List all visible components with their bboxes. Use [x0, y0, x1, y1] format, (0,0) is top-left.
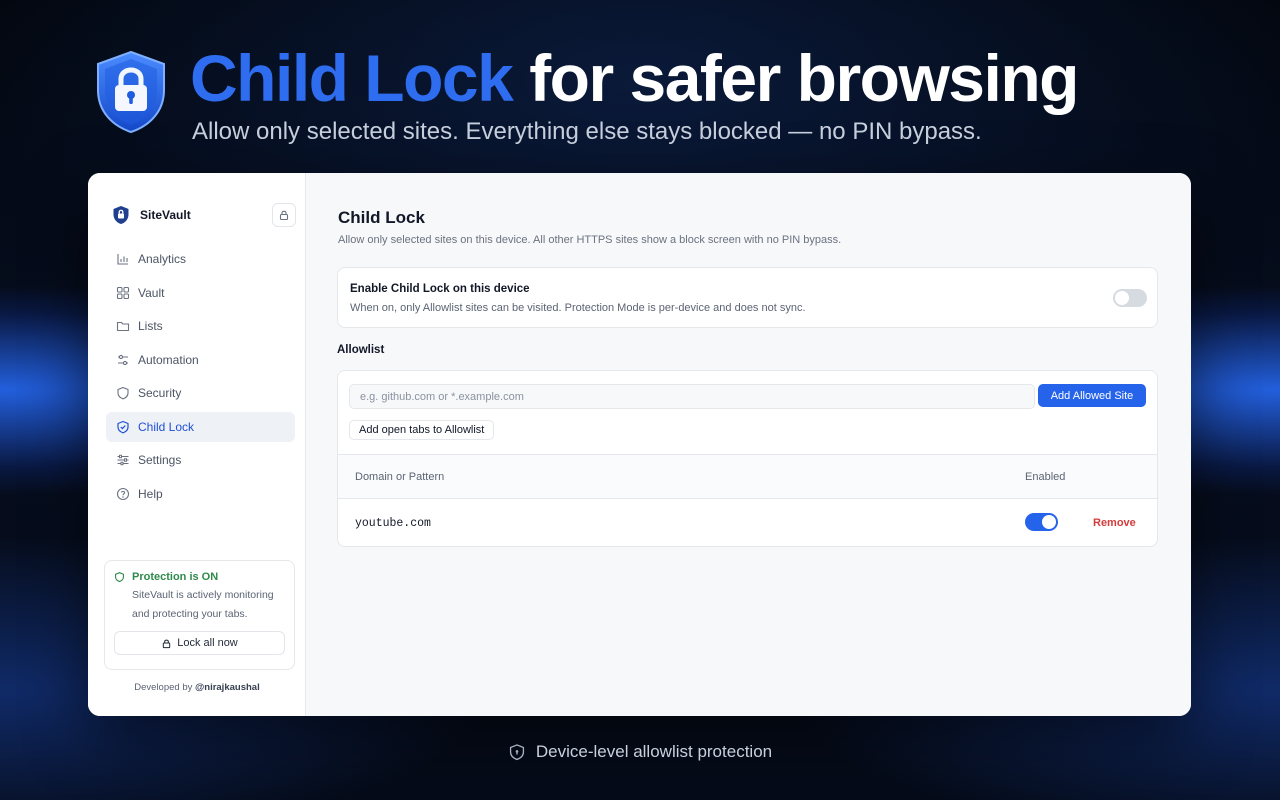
sidebar-item-label: Vault	[138, 285, 165, 300]
shield-icon	[509, 744, 524, 761]
enable-description: When on, only Allowlist sites can be vis…	[350, 302, 806, 314]
sidebar-nav: Analytics Vault Lists Automation Securit…	[106, 244, 295, 512]
sidebar-item-label: Settings	[138, 453, 182, 467]
sidebar-item-analytics[interactable]: Analytics	[106, 244, 295, 274]
lock-all-button[interactable]: Lock all now	[114, 631, 285, 655]
hero-title-rest: for safer browsing	[529, 41, 1079, 115]
protection-status-card: Protection is ON SiteVault is actively m…	[104, 560, 295, 670]
help-icon	[116, 487, 130, 500]
sidebar-item-label: Analytics	[138, 252, 187, 266]
lock-all-label: Lock all now	[177, 637, 238, 649]
page-title: Child Lock	[338, 208, 425, 227]
allowlist-card: Add Allowed Site Add open tabs to Allowl…	[337, 370, 1158, 547]
lock-button[interactable]	[272, 203, 296, 227]
sidebar-item-security[interactable]: Security	[106, 378, 295, 408]
shield-icon	[115, 572, 124, 583]
enable-title: Enable Child Lock on this device	[350, 283, 530, 295]
child-lock-toggle[interactable]	[1113, 289, 1147, 307]
allowlist-title: Allowlist	[337, 344, 385, 356]
main-content: Child Lock Allow only selected sites on …	[306, 173, 1191, 716]
column-domain: Domain or Pattern	[355, 471, 445, 483]
sitevault-logo-icon	[113, 206, 129, 224]
remove-button[interactable]: Remove	[1093, 517, 1136, 529]
hero-subtitle: Allow only selected sites. Everything el…	[192, 118, 982, 145]
settings-icon	[117, 454, 129, 466]
add-allowed-site-button[interactable]: Add Allowed Site	[1038, 384, 1146, 407]
status-text: SiteVault is actively monitoring and pro…	[132, 589, 274, 620]
enable-child-lock-card: Enable Child Lock on this device When on…	[337, 267, 1158, 328]
sidebar-item-automation[interactable]: Automation	[106, 345, 295, 375]
row-domain: youtube.com	[355, 517, 431, 530]
folder-icon	[116, 321, 130, 332]
sliders-icon	[118, 354, 128, 365]
shield-check-icon	[117, 420, 129, 433]
footer-tagline: Device-level allowlist protection	[0, 742, 1280, 762]
sidebar-item-lists[interactable]: Lists	[106, 311, 295, 341]
hero-title-accent: Child Lock	[190, 41, 514, 115]
column-enabled: Enabled	[1025, 471, 1066, 483]
sidebar-item-settings[interactable]: Settings	[106, 445, 295, 475]
sidebar-item-label: Automation	[138, 352, 199, 367]
shield-icon	[117, 386, 129, 400]
shield-lock-icon	[97, 50, 165, 134]
sidebar-item-vault[interactable]: Vault	[106, 278, 295, 308]
table-header: Domain or Pattern Enabled	[338, 454, 1157, 499]
toggle-knob	[1042, 515, 1056, 529]
credit-handle[interactable]: @nirajkaushal	[195, 682, 260, 693]
sidebar-item-help[interactable]: Help	[106, 479, 295, 509]
table-row: youtube.com Remove	[338, 500, 1157, 546]
app-window: SiteVault Analytics Vault Lists Automati…	[88, 173, 1191, 716]
brand-name: SiteVault	[140, 208, 191, 222]
brand: SiteVault	[112, 205, 191, 225]
row-enabled-toggle[interactable]	[1025, 513, 1058, 531]
lock-icon	[163, 639, 171, 648]
toggle-knob	[1115, 291, 1129, 305]
credit-prefix: Developed by	[134, 682, 195, 693]
page-description: Allow only selected sites on this device…	[338, 234, 842, 246]
grid-icon	[116, 286, 130, 299]
add-open-tabs-button[interactable]: Add open tabs to Allowlist	[349, 420, 495, 440]
status-header: Protection is ON	[114, 571, 285, 583]
allowed-site-input[interactable]	[349, 384, 1035, 409]
sidebar-item-label: Child Lock	[138, 419, 195, 434]
sidebar-item-label: Help	[138, 486, 163, 501]
lock-icon	[279, 210, 289, 221]
sidebar-item-label: Lists	[138, 319, 163, 333]
hero-title: Child Lock for safer browsing	[190, 40, 1079, 116]
bar-chart-icon	[117, 254, 128, 265]
developer-credit: Developed by @nirajkaushal	[88, 682, 306, 693]
sidebar-item-child-lock[interactable]: Child Lock	[106, 411, 295, 442]
sidebar: SiteVault Analytics Vault Lists Automati…	[88, 173, 306, 716]
footer-text: Device-level allowlist protection	[535, 742, 773, 761]
sidebar-item-label: Security	[138, 386, 182, 400]
status-title: Protection is ON	[132, 571, 219, 583]
